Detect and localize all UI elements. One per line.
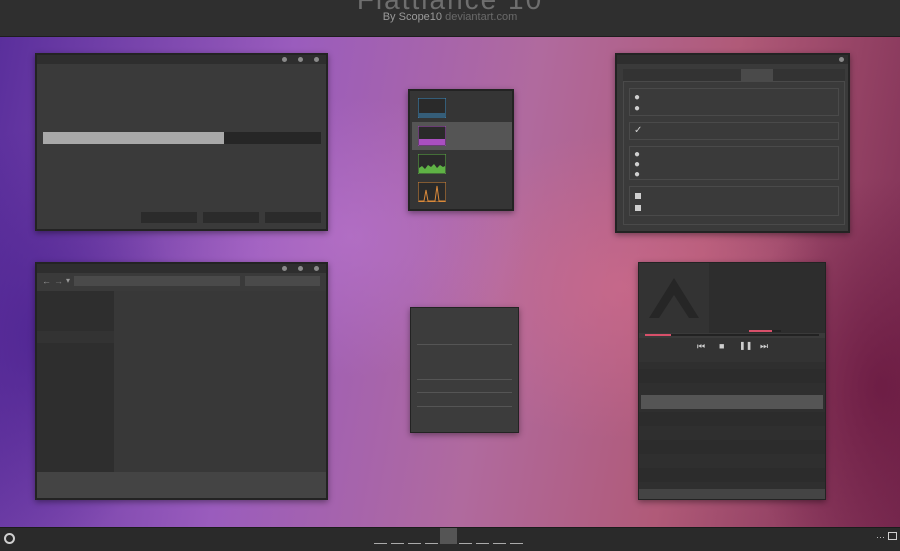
arrow-right-icon[interactable]: →	[54, 276, 63, 286]
desktop-wallpaper: ● ● ✓ ● ● ● ← → ▾ ⏮ ■ ❚❚ ⏭	[0, 37, 900, 527]
taskbar: ···	[0, 527, 900, 551]
site-text: deviantart.com	[445, 11, 518, 23]
taskbar-button[interactable]	[391, 543, 404, 544]
options-dialog-window[interactable]: ● ● ✓ ● ● ●	[615, 53, 850, 233]
minimize-button[interactable]	[282, 57, 287, 62]
radio-group-1: ● ●	[629, 88, 839, 116]
more-icon[interactable]: ···	[876, 532, 885, 542]
details-pane	[37, 472, 326, 498]
author-text: By Scope10	[382, 11, 443, 23]
navigation-pane	[37, 291, 114, 472]
address-bar[interactable]	[74, 276, 240, 286]
search-box[interactable]	[245, 276, 320, 286]
playback-controls: ⏮ ■ ❚❚ ⏭	[639, 338, 825, 354]
playlist-row-selected[interactable]	[641, 395, 823, 409]
dialog-button-1[interactable]	[141, 212, 197, 223]
close-button[interactable]	[314, 266, 319, 271]
start-button-icon[interactable]	[4, 533, 15, 544]
taskbar-button[interactable]	[510, 543, 523, 544]
radio-icon[interactable]: ●	[634, 104, 640, 114]
seek-bar[interactable]	[645, 334, 819, 336]
progress-bar	[43, 132, 321, 144]
perf-item-network[interactable]	[412, 178, 512, 206]
playlist-row[interactable]	[639, 354, 825, 362]
menu-separator	[417, 406, 512, 407]
options-panel: ● ● ✓ ● ● ●	[623, 81, 845, 225]
tab-active[interactable]	[741, 69, 773, 81]
radio-icon[interactable]: ●	[634, 170, 640, 180]
title-bar[interactable]	[37, 264, 326, 273]
address-toolbar: ← → ▾	[37, 273, 326, 289]
file-explorer-window[interactable]: ← → ▾	[35, 262, 328, 500]
checkbox-group	[629, 186, 839, 216]
playlist-row[interactable]	[639, 412, 825, 426]
media-player-window[interactable]: ⏮ ■ ❚❚ ⏭	[638, 262, 826, 500]
checkmark-icon[interactable]: ✓	[634, 126, 642, 136]
taskbar-button[interactable]	[493, 543, 506, 544]
stop-icon[interactable]: ■	[719, 341, 724, 351]
perf-item-memory[interactable]	[412, 122, 512, 150]
title-bar[interactable]	[37, 55, 326, 64]
checkbox-icon[interactable]	[635, 205, 641, 211]
playlist-row[interactable]	[639, 369, 825, 383]
app-logo-icon	[649, 278, 699, 318]
radio-group-2: ● ● ●	[629, 146, 839, 180]
memory-graph-icon	[418, 126, 446, 146]
taskbar-button[interactable]	[476, 543, 489, 544]
disk-graph-icon	[418, 154, 446, 174]
action-center-icon[interactable]	[888, 532, 897, 540]
tab-strip	[623, 69, 845, 81]
menu-separator	[417, 344, 512, 345]
taskbar-button[interactable]	[425, 543, 438, 544]
task-manager-window[interactable]	[408, 89, 514, 211]
taskbar-button[interactable]	[459, 543, 472, 544]
volume-bar[interactable]	[749, 330, 781, 332]
checkbox-icon[interactable]	[635, 193, 641, 199]
taskbar-button-active[interactable]	[440, 528, 457, 544]
playlist-row[interactable]	[639, 468, 825, 482]
file-list-area[interactable]	[114, 291, 326, 472]
progress-fill	[43, 132, 224, 144]
perf-item-cpu[interactable]	[412, 94, 512, 122]
pause-icon[interactable]: ❚❚	[739, 341, 752, 351]
radio-icon[interactable]: ●	[634, 93, 640, 103]
playlist-row[interactable]	[639, 440, 825, 454]
close-button[interactable]	[839, 57, 844, 62]
network-graph-icon	[418, 182, 446, 202]
cpu-graph-icon	[418, 98, 446, 118]
byline: By Scope10 deviantart.com	[0, 11, 900, 23]
status-strip	[639, 489, 825, 499]
maximize-button[interactable]	[298, 57, 303, 62]
title-bar[interactable]	[617, 55, 848, 64]
nav-section-2[interactable]	[37, 343, 114, 472]
dialog-button-2[interactable]	[203, 212, 259, 223]
chevron-down-icon[interactable]: ▾	[66, 276, 70, 286]
context-menu[interactable]	[410, 307, 519, 433]
progress-dialog-window[interactable]	[35, 53, 328, 231]
taskbar-button[interactable]	[374, 543, 387, 544]
volume-fill	[749, 330, 773, 332]
album-art-area	[639, 263, 825, 333]
skip-previous-icon[interactable]: ⏮	[697, 341, 705, 351]
menu-separator	[417, 392, 512, 393]
arrow-left-icon[interactable]: ←	[42, 276, 51, 286]
menu-separator	[417, 379, 512, 380]
skip-next-icon[interactable]: ⏭	[760, 341, 768, 351]
nav-section-1[interactable]	[37, 291, 114, 331]
wallpaper-header: Flattiance 10 By Scope10 deviantart.com	[0, 0, 900, 37]
album-art-thumbnail	[639, 263, 709, 333]
taskbar-button[interactable]	[408, 543, 421, 544]
perf-item-disk[interactable]	[412, 150, 512, 178]
minimize-button[interactable]	[282, 266, 287, 271]
playlist	[639, 354, 825, 499]
checkbox-row: ✓	[629, 122, 839, 140]
dialog-button-3[interactable]	[265, 212, 321, 223]
close-button[interactable]	[314, 57, 319, 62]
maximize-button[interactable]	[298, 266, 303, 271]
seek-fill	[645, 334, 672, 336]
